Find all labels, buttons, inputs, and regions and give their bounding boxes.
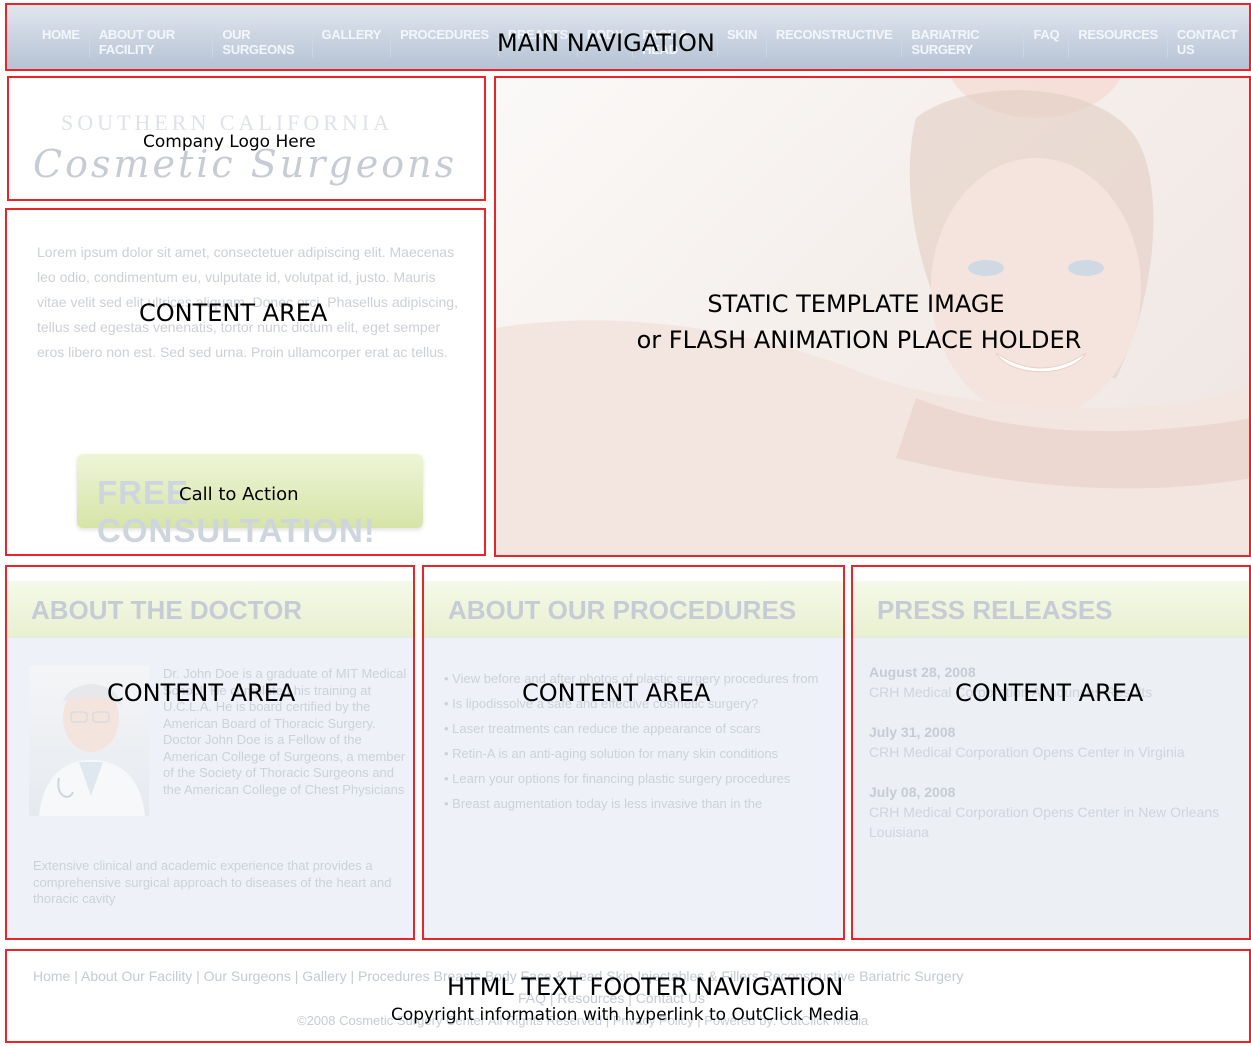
procedure-link[interactable]: • Laser treatments can reduce the appear… <box>444 716 824 741</box>
content-area-intro: Lorem ipsum dolor sit amet, consectetuer… <box>5 208 486 556</box>
logo-region[interactable]: SOUTHERN CALIFORNIA Cosmetic Surgeons Co… <box>7 76 486 201</box>
about-doctor-heading: ABOUT THE DOCTOR <box>7 581 413 637</box>
about-procedures-heading: ABOUT OUR PROCEDURES <box>424 581 843 637</box>
nav-item-gallery[interactable]: GALLERY <box>313 27 392 57</box>
main-navigation-label: MAIN NAVIGATION <box>497 29 715 57</box>
nav-item-reconstructive[interactable]: RECONSTRUCTIVE <box>767 27 903 57</box>
press-title[interactable]: CRH Medical Corporation Opens Center in … <box>869 742 1229 762</box>
call-to-action-label: Call to Action <box>179 484 299 505</box>
about-doctor-panel: ABOUT THE DOCTOR Dr. John Doe is a gradu… <box>5 565 415 940</box>
footer-copyright-label: Copyright information with hyperlink to … <box>391 1005 860 1025</box>
press-date: July 31, 2008 <box>869 724 956 740</box>
nav-item-faq[interactable]: FAQ <box>1024 27 1070 57</box>
nav-item-our-surgeons[interactable]: OUR SURGEONS <box>213 27 313 57</box>
press-releases-panel: PRESS RELEASES August 28, 2008 CRH Medic… <box>851 565 1251 940</box>
nav-item-procedures[interactable]: PROCEDURES <box>391 27 499 57</box>
content-area-label: CONTENT AREA <box>139 299 328 327</box>
doctor-experience: Extensive clinical and academic experien… <box>33 858 392 906</box>
press-date: July 08, 2008 <box>869 784 956 800</box>
about-procedures-content-label: CONTENT AREA <box>522 679 711 707</box>
footer-nav-label: HTML TEXT FOOTER NAVIGATION <box>447 973 844 1001</box>
footer-navigation: Home | About Our Facility | Our Surgeons… <box>5 949 1251 1043</box>
press-item[interactable]: July 08, 2008 CRH Medical Corporation Op… <box>869 782 1229 842</box>
nav-item-about-facility[interactable]: ABOUT OUR FACILITY <box>90 27 214 57</box>
hero-image-placeholder: STATIC TEMPLATE IMAGE or FLASH ANIMATION… <box>494 76 1251 557</box>
hero-label-line1: STATIC TEMPLATE IMAGE <box>707 290 1005 318</box>
main-navigation: HOME ABOUT OUR FACILITY OUR SURGEONS GAL… <box>5 3 1251 71</box>
procedure-link[interactable]: • Retin-A is an anti-aging solution for … <box>444 741 824 766</box>
nav-item-bariatric[interactable]: BARIATRIC SURGERY <box>902 27 1025 57</box>
logo-label: Company Logo Here <box>143 132 316 152</box>
press-title[interactable]: CRH Medical Corporation Opens Center in … <box>869 802 1229 842</box>
nav-item-home[interactable]: HOME <box>33 27 90 57</box>
hero-label-line2: or FLASH ANIMATION PLACE HOLDER <box>636 326 1082 354</box>
press-item[interactable]: July 31, 2008 CRH Medical Corporation Op… <box>869 722 1229 762</box>
nav-item-skin[interactable]: SKIN <box>718 27 767 57</box>
press-releases-content-label: CONTENT AREA <box>955 679 1144 707</box>
about-doctor-content-label: CONTENT AREA <box>107 679 296 707</box>
press-releases-heading: PRESS RELEASES <box>853 581 1249 637</box>
about-procedures-panel: ABOUT OUR PROCEDURES • View before and a… <box>422 565 845 940</box>
nav-item-contact[interactable]: CONTACT US <box>1168 27 1249 57</box>
nav-item-resources[interactable]: RESOURCES <box>1069 27 1168 57</box>
procedure-link[interactable]: • Breast augmentation today is less inva… <box>444 791 824 816</box>
procedure-link[interactable]: • Learn your options for financing plast… <box>444 766 824 791</box>
